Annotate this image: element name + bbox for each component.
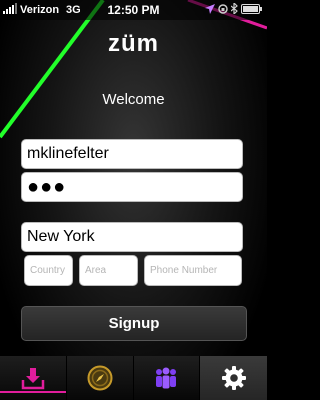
tab-settings[interactable] — [200, 356, 267, 400]
city-field[interactable]: New York — [21, 222, 243, 252]
username-field[interactable]: mklinefelter — [21, 139, 243, 169]
area-code-field[interactable]: Area — [79, 255, 138, 286]
status-icons — [205, 3, 263, 14]
phone-number-field[interactable]: Phone Number — [144, 255, 242, 286]
people-icon — [156, 367, 177, 389]
app-logo: züm — [108, 30, 159, 57]
bluetooth-icon — [231, 3, 238, 14]
rotation-lock-icon — [218, 3, 228, 14]
location-arrow-icon — [205, 3, 215, 14]
tab-active-underline — [0, 391, 66, 393]
tab-download[interactable] — [0, 356, 67, 400]
welcome-heading: Welcome — [102, 91, 165, 108]
tab-bar — [0, 356, 267, 400]
download-icon — [21, 368, 45, 390]
signup-button[interactable]: Signup — [21, 306, 247, 341]
tab-people[interactable] — [134, 356, 201, 400]
tab-explore[interactable] — [67, 356, 134, 400]
gear-icon — [221, 366, 246, 390]
country-field[interactable]: Country — [24, 255, 73, 286]
status-bar: Verizon 3G 12:50 PM — [0, 0, 267, 20]
password-field[interactable]: ●●● — [21, 172, 243, 202]
app-screen: Verizon 3G 12:50 PM züm Welcome mklinefe… — [0, 0, 267, 400]
green-neon-line — [0, 0, 105, 139]
battery-icon — [241, 3, 262, 14]
compass-icon — [87, 365, 113, 391]
